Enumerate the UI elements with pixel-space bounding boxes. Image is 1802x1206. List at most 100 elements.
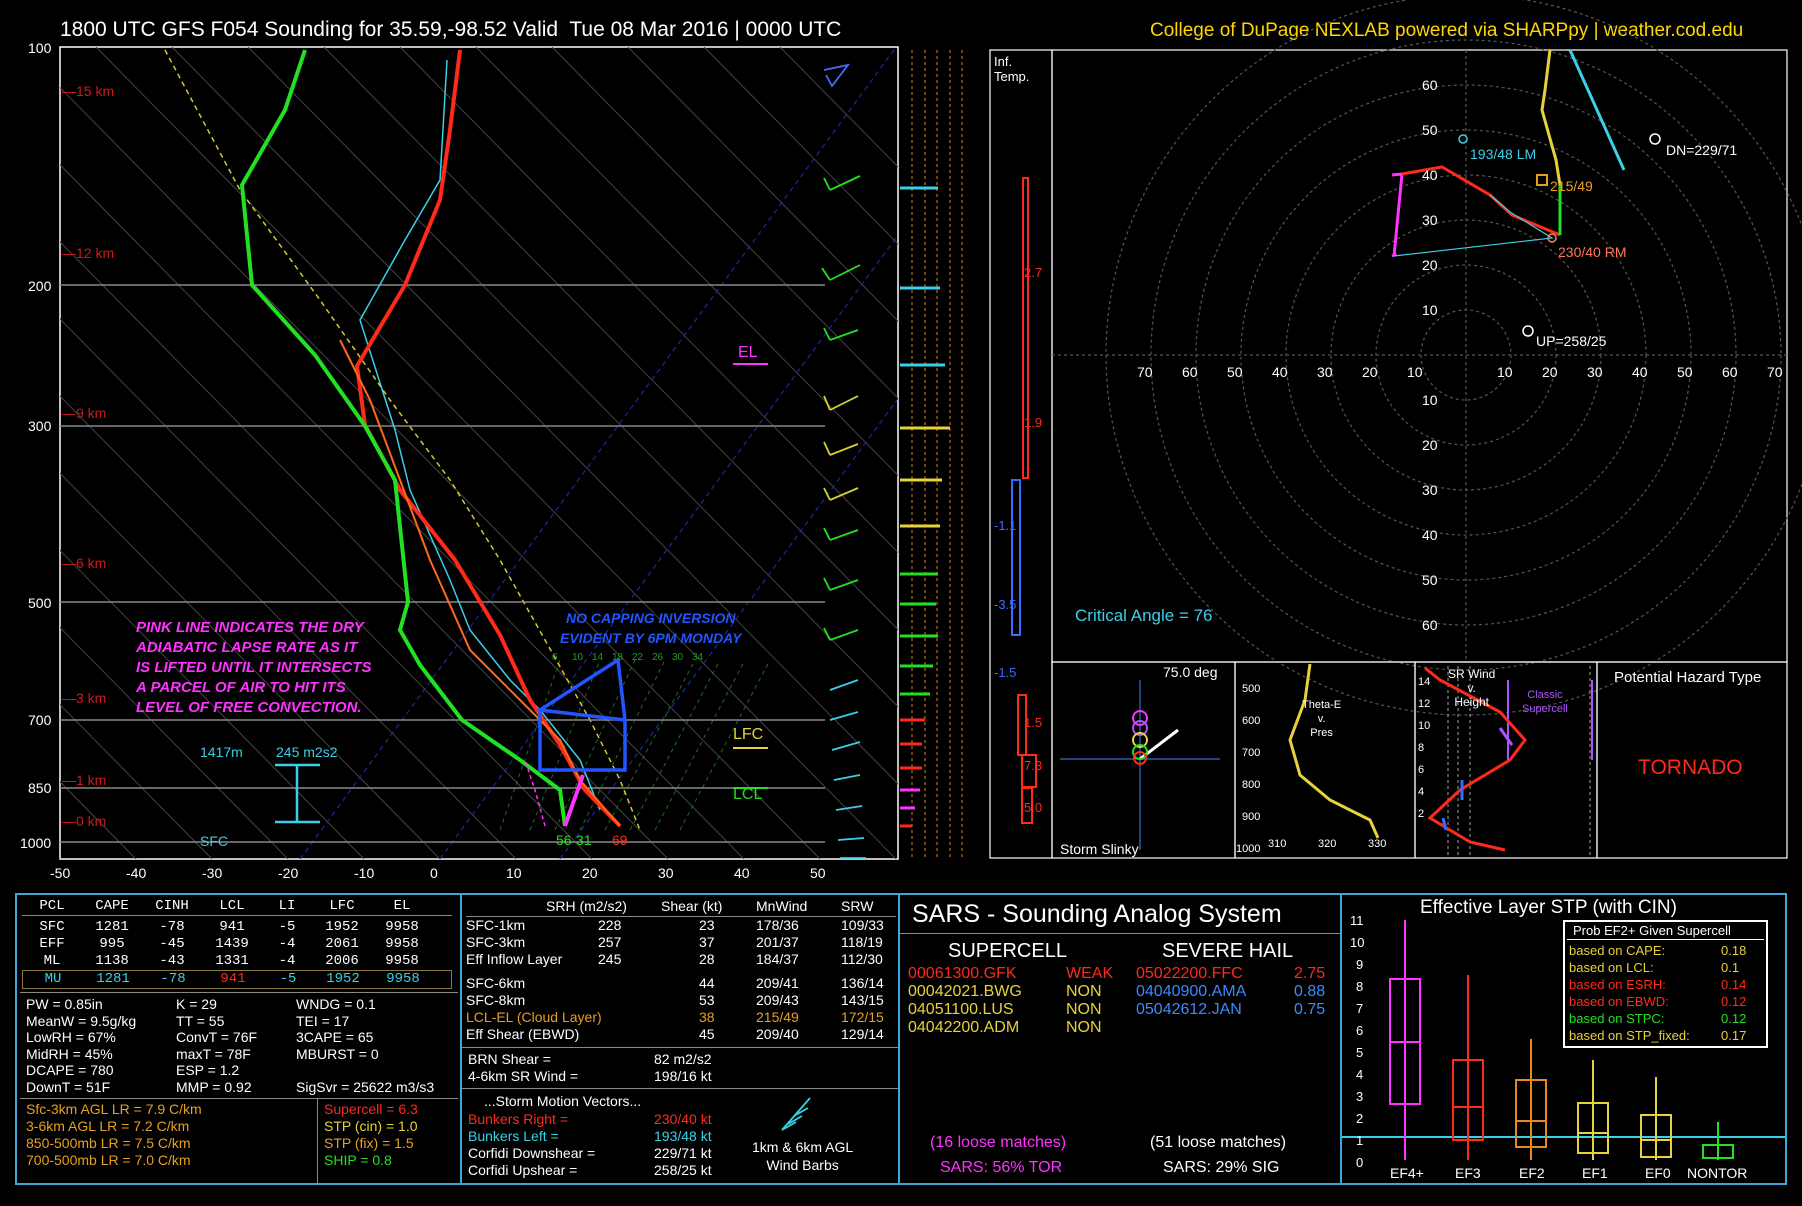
kinematics-header: SRH (m2/s2) Shear (kt) MnWind SRW xyxy=(466,898,896,916)
analog-id: 00061300.GFK xyxy=(908,965,1017,982)
mixing-ratio-label: 18 xyxy=(612,652,624,663)
stp-category-label: EF4+ xyxy=(1390,1165,1424,1181)
kinematics-cell: SFC-6km xyxy=(466,975,526,991)
hodo-ring-label: 50 xyxy=(1422,572,1438,588)
kinematics-cell: 45 xyxy=(699,1026,715,1042)
lapse-rates: Sfc-3km AGL LR = 7.9 C/km 3-6km AGL LR = … xyxy=(26,1101,202,1169)
supercell-analog[interactable]: 00061300.GFK WEAK xyxy=(908,965,1128,983)
mixing-ratio-label: 22 xyxy=(632,652,644,663)
hail-pct: SARS: 29% SIG xyxy=(1163,1159,1280,1176)
kinematics-block: SRH (m2/s2) Shear (kt) MnWind SRW SFC-1km 22… xyxy=(466,898,896,1043)
x-tick-label: 20 xyxy=(582,865,598,881)
srwind-y-label: 2 xyxy=(1418,808,1425,820)
index-cell: DCAPE = 780 xyxy=(26,1062,114,1078)
index-cell: MeanW = 9.5g/kg xyxy=(26,1012,137,1029)
storm-motion-value: 258/25 kt xyxy=(654,1162,712,1178)
hodo-ring-label: 60 xyxy=(1722,364,1738,380)
kinematics-cell: 209/41 xyxy=(756,975,799,991)
supercell-analog[interactable]: 04042200.ADM NON xyxy=(908,1019,1128,1037)
parcel-header-cell: PCL xyxy=(39,898,65,914)
theta-e-y-label: 500 xyxy=(1242,683,1261,695)
parcel-header-cell: CINH xyxy=(155,898,189,914)
hail-analog[interactable]: 05022200.FFC 2.75 xyxy=(1136,965,1336,983)
prob-box: Prob EF2+ Given Supercell based on CAPE:… xyxy=(1563,920,1768,1048)
supercell-analog[interactable]: 04051100.LUS NON xyxy=(908,1001,1128,1019)
parcel-cell: 1952 xyxy=(325,919,359,935)
x-tick-label: 50 xyxy=(810,865,826,881)
composite-param: SHIP = 0.8 xyxy=(324,1152,392,1168)
kinematics-header-cell: SRH (m2/s2) xyxy=(546,898,627,914)
kinematics-cell: 28 xyxy=(699,951,715,967)
srwind-y-label: 6 xyxy=(1418,764,1425,776)
hail-analog[interactable]: 04040900.AMA 0.88 xyxy=(1136,983,1336,1001)
kinematics-row[interactable]: SFC-6km 44 209/41 136/14 xyxy=(466,975,896,992)
hodo-ring-label: 70 xyxy=(1137,364,1153,380)
x-tick-label: -10 xyxy=(354,865,375,881)
supercell-analog[interactable]: 00042021.BWG NON xyxy=(908,983,1128,1001)
stp-y-label: 6 xyxy=(1356,1023,1364,1038)
parcel-cell: 1952 xyxy=(326,971,360,987)
mixing-ratio-label: 34 xyxy=(692,652,704,663)
parcel-cell: 9958 xyxy=(385,919,419,935)
kinematics-row[interactable]: Eff Shear (EBWD) 45 209/40 129/14 xyxy=(466,1026,896,1043)
stp-category-label: EF1 xyxy=(1582,1165,1608,1181)
kinematics-cell: 172/15 xyxy=(841,1009,884,1025)
y-tick-label: 700 xyxy=(28,712,52,728)
parcel-cell: 1331 xyxy=(215,953,249,969)
theta-e-x-label: 330 xyxy=(1368,838,1387,850)
parcel-cell: MU xyxy=(44,971,62,987)
index-cell: SigSvr = 25622 m3/s3 xyxy=(296,1078,435,1095)
analog-id: 04042200.ADM xyxy=(908,1019,1020,1036)
prob-value: 0.12 xyxy=(1721,994,1747,1009)
analog-id: 05042612.JAN xyxy=(1136,1001,1242,1018)
kinematics-row[interactable]: LCL-EL (Cloud Layer) 38 215/49 172/15 xyxy=(466,1009,896,1026)
composite-param: Supercell = 6.3 xyxy=(324,1101,418,1117)
hail-analog[interactable]: 05042612.JAN 0.75 xyxy=(1136,1001,1336,1019)
prob-label: based on STPC: xyxy=(1569,1011,1665,1026)
kinematics-row[interactable]: SFC-1km 228 23 178/36 109/33 xyxy=(466,917,896,934)
stp-y-label: 5 xyxy=(1356,1045,1364,1060)
hodo-ring-label: 10 xyxy=(1407,364,1423,380)
index-cell: MBURST = 0 xyxy=(296,1045,379,1062)
mixing-ratio-label: 26 xyxy=(652,652,664,663)
analog-class: NON xyxy=(1066,983,1102,1000)
kinematics-row[interactable]: Eff Inflow Layer 245 28 184/37 112/30 xyxy=(466,951,896,968)
parcel-header-cell: EL xyxy=(393,898,411,914)
hail-analogs: 05022200.FFC 2.75 04040900.AMA 0.88 05042612… xyxy=(1136,965,1336,1019)
index-cell: LowRH = 67% xyxy=(26,1029,116,1045)
kinematics-row[interactable]: SFC-8km 53 209/43 143/15 xyxy=(466,992,896,1009)
hodo-ring-label: 50 xyxy=(1422,122,1438,138)
theta-e-title: Theta-E v. Pres xyxy=(1302,699,1342,739)
sr-wind-columns xyxy=(900,50,963,857)
parcel-cell: 1281 xyxy=(96,971,130,987)
stp-y-label: 7 xyxy=(1356,1001,1364,1016)
kinematics-row[interactable]: SFC-3km 257 37 201/37 118/19 xyxy=(466,934,896,951)
index-cell: PW = 0.85in xyxy=(26,996,103,1012)
parcel-row[interactable]: SFC 1281 -78 941 -5 1952 9958 xyxy=(22,919,452,936)
lapse-rate: 850-500mb LR = 7.5 C/km xyxy=(26,1135,191,1151)
hodo-ring-label: 60 xyxy=(1182,364,1198,380)
stp-category-label: EF3 xyxy=(1455,1165,1481,1181)
parcel-cell: 9958 xyxy=(385,936,419,952)
parcel-cell: ML xyxy=(43,953,61,969)
kinematics-cell: 184/37 xyxy=(756,951,799,967)
sfc-temp-label: 69 xyxy=(612,832,628,848)
parcel-header-cell: LI xyxy=(278,898,296,914)
slinky-angle: 75.0 deg xyxy=(1163,664,1218,680)
motion-title: ...Storm Motion Vectors... xyxy=(484,1093,642,1109)
parcel-row[interactable]: MU 1281 -78 941 -5 1952 9958 xyxy=(22,970,452,989)
prob-title: Prob EF2+ Given Supercell xyxy=(1573,923,1731,938)
parcel-row[interactable]: EFF 995 -45 1439 -4 2061 9958 xyxy=(22,936,452,953)
barbs-label: 1km & 6km AGL Wind Barbs xyxy=(752,1139,854,1173)
prob-label: based on LCL: xyxy=(1569,960,1654,975)
sep-line-3 xyxy=(317,1098,318,1183)
prob-value: 0.12 xyxy=(1721,1011,1747,1026)
sfc-dewpoint-label-2: 31 xyxy=(576,832,592,848)
lapse-rate: Sfc-3km AGL LR = 7.9 C/km xyxy=(26,1101,202,1117)
x-tick-label: -40 xyxy=(126,865,147,881)
theta-e-y-label: 900 xyxy=(1242,811,1261,823)
storm-motion-value: 193/48 kt xyxy=(654,1128,712,1144)
parcel-row[interactable]: ML 1138 -43 1331 -4 2006 9958 xyxy=(22,953,452,970)
srwind-y-label: 8 xyxy=(1418,742,1425,754)
kinematics-cell: 136/14 xyxy=(841,975,884,991)
